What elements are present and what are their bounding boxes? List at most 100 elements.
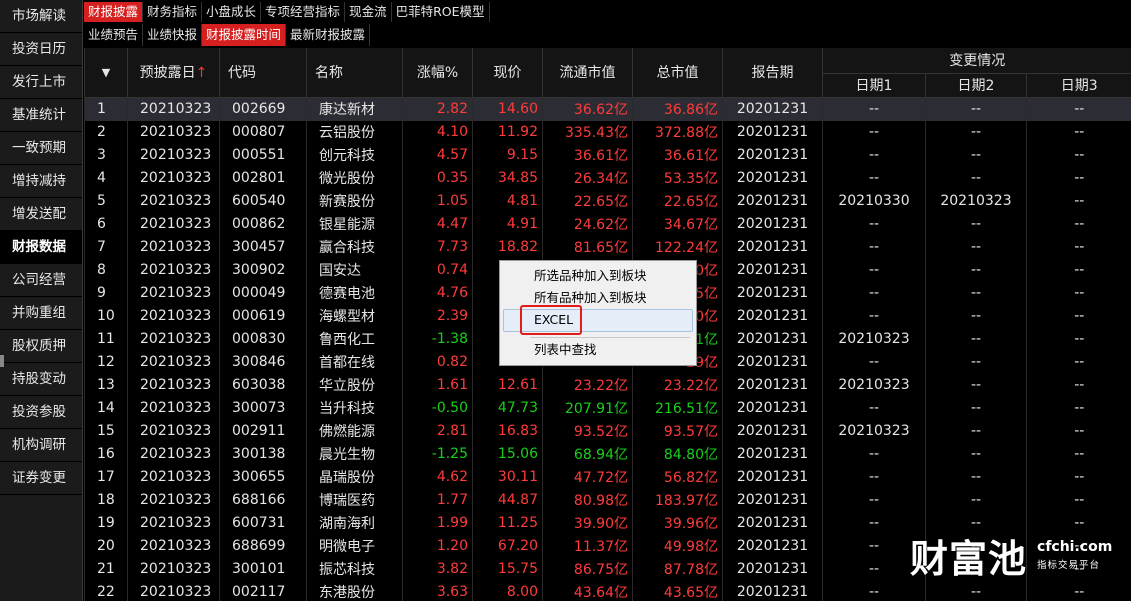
sidebar-item[interactable]: 持股变动	[0, 363, 82, 396]
cell-price: 4.81	[472, 189, 543, 213]
cell-fcap: 47.72亿	[542, 465, 633, 489]
cell-chg: 1.77	[402, 488, 473, 512]
cell-chg: 4.47	[402, 212, 473, 236]
col-header-code[interactable]: 代码	[219, 48, 307, 98]
col-header-float-cap[interactable]: 流通市值	[542, 48, 633, 98]
sidebar-item[interactable]: 投资参股	[0, 396, 82, 429]
table-row[interactable]: 3 20210323 000551 创元科技 4.57 9.15 36.61亿 36.61亿 2…	[84, 143, 1131, 167]
tab[interactable]: 最新财报披露	[286, 24, 371, 46]
sidebar-item[interactable]: 机构调研	[0, 429, 82, 462]
table-row[interactable]: 22 20210323 002117 东港股份 3.63 8.00 43.64亿 43.65亿…	[84, 580, 1131, 601]
sidebar-item[interactable]: 证券变更	[0, 462, 82, 495]
sidebar-item[interactable]: 公司经营	[0, 264, 82, 297]
table-row[interactable]: 7 20210323 300457 赢合科技 7.73 18.82 81.65亿 122.24…	[84, 235, 1131, 259]
cell-chg: 3.63	[402, 580, 473, 601]
tab[interactable]: 业绩快报	[143, 24, 203, 46]
cell-period: 20201231	[722, 488, 823, 512]
tab[interactable]: 小盘成长	[202, 2, 262, 22]
cell-fcap: 11.37亿	[542, 534, 633, 558]
cell-chg: -0.50	[402, 396, 473, 420]
tab[interactable]: 现金流	[345, 2, 392, 22]
tab[interactable]: 财务指标	[143, 2, 203, 22]
table-row[interactable]: 15 20210323 002911 佛燃能源 2.81 16.83 93.52亿 93.57…	[84, 419, 1131, 443]
sidebar-item[interactable]: 发行上市	[0, 66, 82, 99]
watermark-domain: cfchi.com	[1037, 539, 1113, 555]
cell-tcap: 93.57亿	[632, 419, 723, 443]
watermark: 财富池 cfchi.com 指标交易平台	[910, 530, 1113, 581]
table-row[interactable]: 13 20210323 603038 华立股份 1.61 12.61 23.22亿 23.22…	[84, 373, 1131, 397]
cell-period: 20201231	[722, 212, 823, 236]
cell-price: 9.15	[472, 143, 543, 167]
tab[interactable]: 财报披露	[84, 2, 144, 22]
menu-excel[interactable]: EXCEL	[534, 310, 573, 330]
cell-chg: 1.99	[402, 511, 473, 535]
cell-idx: 12	[84, 350, 128, 374]
column-menu-button[interactable]: ▼	[84, 48, 128, 98]
col-header-total-cap[interactable]: 总市值	[632, 48, 723, 98]
col-header-price[interactable]: 现价	[472, 48, 543, 98]
sidebar-item[interactable]: 一致预期	[0, 132, 82, 165]
menu-add-selected[interactable]: 所选品种加入到板块	[534, 266, 647, 286]
table-row[interactable]: 6 20210323 000862 银星能源 4.47 4.91 24.62亿 34.67亿 2…	[84, 212, 1131, 236]
cell-code: 600731	[219, 511, 307, 535]
col-header-date[interactable]: 预披露日↑	[127, 48, 220, 98]
cell-d2: --	[925, 143, 1027, 167]
sidebar-item[interactable]: 市场解读	[0, 0, 82, 33]
cell-chg: 3.82	[402, 557, 473, 581]
cell-d1: --	[822, 212, 926, 236]
table-row[interactable]: 18 20210323 688166 博瑞医药 1.77 44.87 80.98亿 183.9…	[84, 488, 1131, 512]
table-row[interactable]: 16 20210323 300138 晨光生物 -1.25 15.06 68.94亿 84.8…	[84, 442, 1131, 466]
sidebar-item[interactable]: 投资日历	[0, 33, 82, 66]
cell-chg: -1.38	[402, 327, 473, 351]
col-header-name[interactable]: 名称	[306, 48, 403, 98]
cell-d1: --	[822, 304, 926, 328]
cell-tcap: 43.65亿	[632, 580, 723, 601]
tab[interactable]: 财报披露时间	[202, 24, 287, 46]
cell-price: 8.00	[472, 580, 543, 601]
table-row[interactable]: 1 20210323 002669 康达新材 2.82 14.60 36.62亿 36.86亿…	[84, 97, 1131, 121]
cell-period: 20201231	[722, 258, 823, 282]
table-row[interactable]: 2 20210323 000807 云铝股份 4.10 11.92 335.43亿 372.8…	[84, 120, 1131, 144]
col-header-date1[interactable]: 日期1	[822, 73, 926, 98]
col-header-date2[interactable]: 日期2	[925, 73, 1027, 98]
col-header-change[interactable]: 涨幅%	[402, 48, 473, 98]
cell-chg: 0.82	[402, 350, 473, 374]
menu-separator	[530, 337, 690, 338]
cell-idx: 4	[84, 166, 128, 190]
menu-find-in-list[interactable]: 列表中查找	[534, 340, 597, 360]
cell-code: 000049	[219, 281, 307, 305]
sidebar-item[interactable]: 股权质押	[0, 330, 82, 363]
sidebar-item[interactable]: 增持减持	[0, 165, 82, 198]
table-row[interactable]: 5 20210323 600540 新赛股份 1.05 4.81 22.65亿 22.65亿 2…	[84, 189, 1131, 213]
table-row[interactable]: 14 20210323 300073 当升科技 -0.50 47.73 207.91亿 216…	[84, 396, 1131, 420]
cell-name: 海螺型材	[306, 304, 403, 328]
watermark-tagline: 指标交易平台	[1037, 560, 1101, 571]
table-row[interactable]: 17 20210323 300655 晶瑞股份 4.62 30.11 47.72亿 56.82…	[84, 465, 1131, 489]
sidebar-item[interactable]: 财报数据	[0, 231, 82, 264]
col-header-date3[interactable]: 日期3	[1025, 73, 1131, 98]
cell-d3: --	[1025, 580, 1131, 601]
tab[interactable]: 专项经营指标	[261, 2, 346, 22]
table-row[interactable]: 4 20210323 002801 微光股份 0.35 34.85 26.34亿 53.35亿…	[84, 166, 1131, 190]
cell-tcap: 53.35亿	[632, 166, 723, 190]
sidebar-item[interactable]: 增发送配	[0, 198, 82, 231]
tab[interactable]: 巴菲特ROE模型	[392, 2, 490, 22]
cell-code: 300457	[219, 235, 307, 259]
col-header-period[interactable]: 报告期	[722, 48, 823, 98]
cell-tcap: 122.24亿	[632, 235, 723, 259]
cell-d1: --	[822, 281, 926, 305]
sidebar-item[interactable]: 基准统计	[0, 99, 82, 132]
watermark-logo: 财富池	[910, 535, 1028, 581]
cell-idx: 21	[84, 557, 128, 581]
cell-period: 20201231	[722, 327, 823, 351]
tab[interactable]: 业绩预告	[84, 24, 144, 46]
sidebar-item[interactable]: 并购重组	[0, 297, 82, 330]
cell-period: 20201231	[722, 350, 823, 374]
cell-fcap: 86.75亿	[542, 557, 633, 581]
cell-d2: --	[925, 419, 1027, 443]
cell-d1: --	[822, 350, 926, 374]
col-group-changes: 变更情况	[821, 48, 1131, 74]
cell-code: 000862	[219, 212, 307, 236]
sidebar-resize-handle[interactable]	[0, 355, 4, 367]
cell-code: 300101	[219, 557, 307, 581]
